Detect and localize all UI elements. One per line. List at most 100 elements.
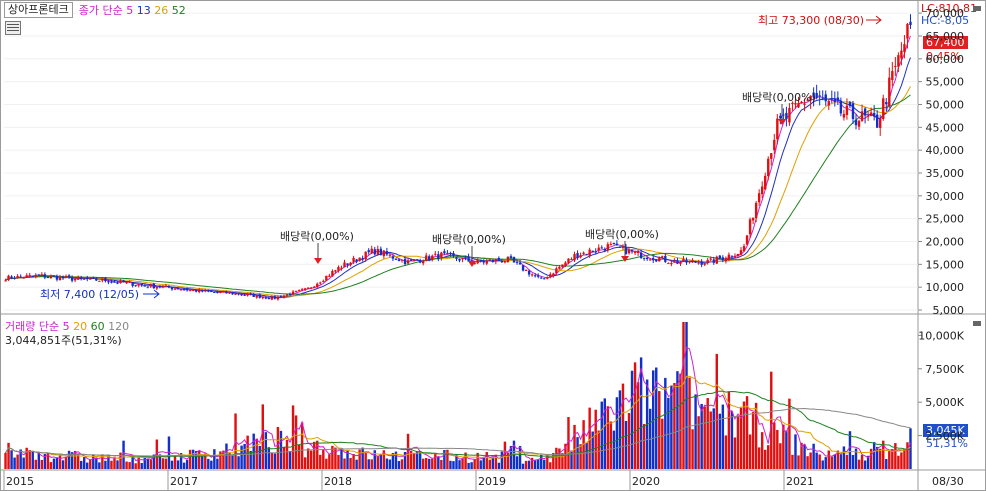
volume-bar: [524, 460, 528, 469]
price-legend: 종가 단순 5 13 26 52: [79, 2, 186, 18]
volume-bar: [803, 444, 806, 469]
candle-body: [706, 260, 709, 264]
candle-body: [685, 259, 688, 263]
volume-bar: [173, 455, 177, 469]
price-tick-label: 55,000: [926, 76, 965, 89]
volume-bar: [906, 442, 909, 469]
candle-body: [736, 253, 740, 256]
volume-bar: [812, 443, 815, 469]
time-tick-label: 2018: [324, 475, 352, 488]
volume-bar: [58, 455, 62, 469]
price-tick-label: 35,000: [926, 167, 965, 180]
volume-bar: [397, 460, 401, 469]
ma-26-label: 26: [154, 4, 169, 17]
volume-bar: [319, 454, 322, 469]
candle-body: [854, 119, 858, 126]
volume-bar: [597, 430, 600, 469]
volume-bar: [682, 322, 685, 469]
candle-body: [533, 275, 537, 277]
volume-bar: [273, 453, 277, 469]
volume-bar: [606, 406, 610, 469]
candle-body: [567, 258, 570, 263]
table-view-icon[interactable]: [5, 21, 21, 35]
candle-body: [70, 277, 74, 281]
candle-body: [219, 291, 222, 293]
candle-body: [461, 258, 464, 260]
candle-body: [255, 294, 258, 298]
candle-body: [537, 275, 540, 277]
stock-chart-window: 상아프론테크 종가 단순 5 13 26 52 거래량 단순 5 20 60 1…: [0, 0, 986, 491]
volume-bar: [231, 455, 234, 469]
candle-body: [724, 258, 728, 262]
volume-bar: [833, 454, 837, 469]
candle-body: [497, 258, 501, 261]
candle-body: [636, 251, 640, 253]
volume-bar: [31, 450, 34, 469]
candle-body: [558, 266, 561, 269]
candle-body: [555, 268, 558, 274]
volume-bar: [700, 403, 703, 469]
volume-bar: [334, 447, 337, 469]
candle-body: [107, 281, 110, 283]
volume-bar: [497, 462, 501, 469]
volume-bar: [225, 443, 228, 469]
volume-bar: [839, 454, 843, 469]
stock-name-box[interactable]: 상아프론테크: [4, 2, 73, 18]
candle-body: [909, 21, 912, 26]
volume-bar: [748, 434, 752, 469]
volume-bar: [673, 382, 676, 469]
candle-body: [434, 253, 437, 255]
candle-body: [764, 175, 767, 190]
candle-body: [231, 293, 234, 295]
candle-body: [228, 292, 231, 294]
price-tick-label: 60,000: [926, 53, 965, 66]
candle-body: [258, 294, 261, 298]
candle-body: [894, 65, 897, 67]
candle-body: [785, 112, 788, 120]
volume-bar: [715, 353, 718, 469]
volume-bar: [28, 450, 31, 469]
candle-body: [182, 289, 186, 291]
volume-bar: [134, 463, 137, 469]
volume-bar: [418, 450, 422, 469]
time-tick-label: 2015: [6, 475, 34, 488]
volume-bar: [258, 445, 261, 469]
volume-bar: [34, 459, 37, 469]
dividend-annotation: 배당락(0,00%): [280, 230, 354, 243]
volume-bar: [558, 448, 561, 469]
volume-bar: [264, 432, 268, 469]
candle-body: [464, 257, 467, 259]
volume-bar: [143, 456, 146, 469]
candle-body: [361, 257, 364, 260]
candle-body: [261, 297, 264, 299]
candle-body: [213, 292, 216, 294]
price-tick-label: 10,000: [926, 281, 965, 294]
candle-body: [146, 286, 149, 288]
candle-body: [428, 256, 431, 261]
candle-body: [58, 276, 62, 281]
candle-body: [25, 275, 28, 278]
candle-body: [343, 262, 346, 268]
volume-bar: [297, 444, 301, 469]
candle-body: [373, 249, 376, 255]
candle-body: [860, 111, 864, 121]
candle-body: [34, 275, 37, 278]
candle-body: [185, 288, 189, 291]
candle-body: [400, 259, 404, 261]
candle-body: [4, 280, 7, 282]
candle-body: [615, 243, 619, 246]
candle-body: [676, 260, 679, 264]
candle-body: [745, 235, 749, 245]
candle-body: [421, 261, 425, 264]
candle-body: [882, 98, 885, 120]
volume-bar: [552, 453, 555, 469]
volume-bar: [400, 459, 404, 469]
candle-body: [164, 285, 168, 287]
candle-body: [648, 259, 652, 261]
candle-body: [73, 278, 77, 281]
candle-body: [170, 286, 174, 290]
volume-bar: [709, 411, 712, 469]
volume-bar: [860, 454, 864, 469]
price-tick-label: 40,000: [926, 144, 965, 157]
candle-body: [28, 275, 31, 277]
